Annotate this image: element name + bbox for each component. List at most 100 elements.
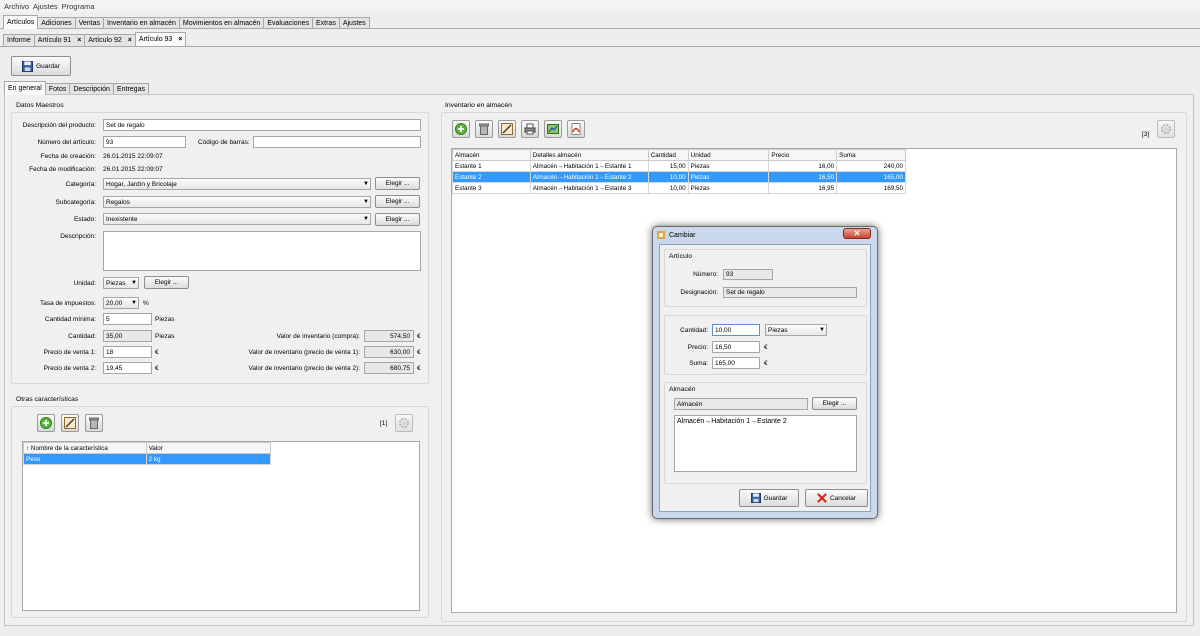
doc-tab-informe[interactable]: Informe	[3, 34, 35, 46]
category-label: Categoría:	[65, 181, 96, 188]
column-header-value[interactable]: Valor	[145, 442, 272, 454]
document-tab-bar: Informe Artículo 91 × Artículo 92 × Artícu…	[3, 32, 187, 46]
quantity-cell: 10,00	[647, 182, 689, 194]
save-button[interactable]: Guardar	[11, 56, 71, 76]
inventory-table: Almacén Detalles almacén Cantidad Unidad…	[452, 149, 906, 194]
tax-select[interactable]: 20,00 ▼	[103, 297, 139, 309]
dialog-unit-select[interactable]: Piezas ▼	[765, 324, 827, 336]
inv-p2-currency: €	[417, 365, 421, 372]
image-export-icon	[547, 124, 559, 134]
doc-tab-articulo-93[interactable]: Artículo 93 ×	[134, 32, 187, 46]
change-dialog: Cambiar ✕ Artículo Número: 93 Designació…	[652, 226, 878, 519]
dialog-save-button[interactable]: Guardar	[739, 489, 799, 507]
delete-feature-button[interactable]	[85, 414, 103, 432]
dialog-price-currency: €	[764, 344, 768, 351]
chevron-down-icon: ▼	[131, 300, 137, 306]
price1-input[interactable]: 18	[103, 346, 152, 358]
description-textarea[interactable]	[103, 231, 421, 271]
qty-label: Cantidad:	[68, 333, 96, 340]
min-qty-label: Cantidad mínima:	[45, 316, 96, 323]
table-row[interactable]: Estante 2 Almacén→Habitación 1→Estante 2…	[452, 171, 906, 183]
dialog-price-input[interactable]: 16,50	[712, 341, 760, 353]
price2-input[interactable]: 19,45	[103, 362, 152, 374]
unit-select[interactable]: Piezas ▼	[103, 277, 139, 289]
tab-en-general[interactable]: En general	[4, 81, 46, 95]
menu-bar: Archivo Ajustes Programa	[0, 0, 1200, 12]
main-tab-bar: Artículos Adiciones Ventas Inventario en…	[3, 15, 370, 29]
dialog-cancel-button[interactable]: Cancelar	[805, 489, 868, 507]
unit-cell: Piezas	[687, 171, 770, 183]
column-header-price[interactable]: Precio	[768, 149, 838, 161]
column-header-details[interactable]: Detalles almacén	[529, 149, 649, 161]
modified-label: Fecha de modificación:	[29, 166, 96, 173]
dialog-number-field: 93	[723, 269, 773, 280]
inv-p2-label: Valor de inventario (precio de venta 2):	[248, 365, 360, 372]
edit-stock-button[interactable]	[498, 120, 516, 138]
min-qty-input[interactable]: 5	[103, 313, 152, 325]
product-description-input[interactable]: Set de regalo	[103, 119, 421, 131]
export-image-button[interactable]	[544, 120, 562, 138]
close-icon[interactable]: ×	[128, 37, 132, 44]
price-cell: 16,00	[768, 160, 838, 172]
state-select[interactable]: Inexistente ▼	[103, 213, 371, 225]
dialog-sum-label: Suma:	[689, 360, 708, 367]
subcategory-select[interactable]: Regalos ▼	[103, 196, 371, 208]
close-icon: ✕	[853, 229, 861, 238]
column-header-quantity[interactable]: Cantidad	[647, 149, 689, 161]
category-choose-button[interactable]: Elegir ...	[375, 177, 420, 190]
dialog-close-button[interactable]: ✕	[843, 228, 871, 239]
price2-currency: €	[155, 365, 159, 372]
menu-programa[interactable]: Programa	[62, 2, 95, 11]
printer-icon	[524, 123, 536, 135]
settings-button[interactable]	[1157, 120, 1175, 138]
inventory-title: Inventario en almacén	[445, 102, 512, 109]
unit-cell: Piezas	[687, 182, 770, 194]
subcategory-choose-button[interactable]: Elegir ...	[375, 195, 420, 208]
inv-buy-label: Valor de inventario (compra):	[276, 333, 360, 340]
price1-currency: €	[155, 349, 159, 356]
dialog-qty-input[interactable]: 10,00	[712, 324, 760, 336]
delete-stock-button[interactable]	[475, 120, 493, 138]
table-row[interactable]: Estante 1 Almacén→Habitación 1→Estante 1…	[452, 160, 906, 172]
chevron-down-icon: ▼	[819, 327, 825, 333]
barcode-input[interactable]	[253, 136, 421, 148]
other-features-title: Otras características	[16, 396, 79, 403]
column-header-warehouse[interactable]: Almacén	[452, 149, 531, 161]
column-header-unit[interactable]: Unidad	[687, 149, 770, 161]
edit-icon	[501, 123, 513, 135]
state-choose-button[interactable]: Elegir ...	[375, 213, 420, 226]
inv-p1-value: 630,00	[364, 346, 414, 358]
unit-choose-button[interactable]: Elegir ...	[144, 276, 189, 289]
edit-feature-button[interactable]	[61, 414, 79, 432]
tab-articulos[interactable]: Artículos	[3, 15, 39, 29]
master-data-title: Datos Maestros	[16, 102, 64, 109]
dialog-designation-field: Set de regalo	[723, 287, 857, 298]
column-header-sum[interactable]: Suma	[836, 149, 906, 161]
close-icon[interactable]: ×	[178, 36, 182, 43]
number-label: Número del artículo:	[37, 139, 96, 146]
doc-tab-articulo-91[interactable]: Artículo 91 ×	[33, 34, 86, 46]
dialog-sum-input[interactable]: 165,00	[712, 357, 760, 369]
features-table: ↑ Nombre de la característica Valor Peso…	[23, 442, 272, 465]
column-header-feature-name[interactable]: ↑ Nombre de la característica	[23, 442, 147, 454]
menu-ajustes[interactable]: Ajustes	[33, 2, 58, 11]
add-stock-button[interactable]	[452, 120, 470, 138]
doc-tab-articulo-92[interactable]: Artículo 92 ×	[84, 34, 136, 46]
inv-p1-currency: €	[417, 349, 421, 356]
settings-button[interactable]	[395, 414, 413, 432]
category-select[interactable]: Hogar, Jardín y Bricolaje ▼	[103, 178, 371, 190]
add-feature-button[interactable]	[37, 414, 55, 432]
print-button[interactable]	[521, 120, 539, 138]
close-icon[interactable]: ×	[77, 37, 81, 44]
sum-cell: 169,50	[836, 182, 906, 194]
menu-archivo[interactable]: Archivo	[4, 2, 29, 11]
article-number-input[interactable]: 93	[103, 136, 186, 148]
description-label: Descripción:	[60, 233, 96, 240]
barcode-label: Código de barras:	[198, 139, 250, 146]
table-row[interactable]: Peso 2 kg	[23, 453, 272, 465]
table-row[interactable]: Estante 3 Almacén→Habitación 1→Estante 3…	[452, 182, 906, 194]
state-label: Estado:	[73, 216, 96, 223]
dialog-choose-button[interactable]: Elegir ...	[812, 397, 857, 410]
pdf-export-button[interactable]	[567, 120, 585, 138]
quantity-cell: 15,00	[647, 160, 689, 172]
